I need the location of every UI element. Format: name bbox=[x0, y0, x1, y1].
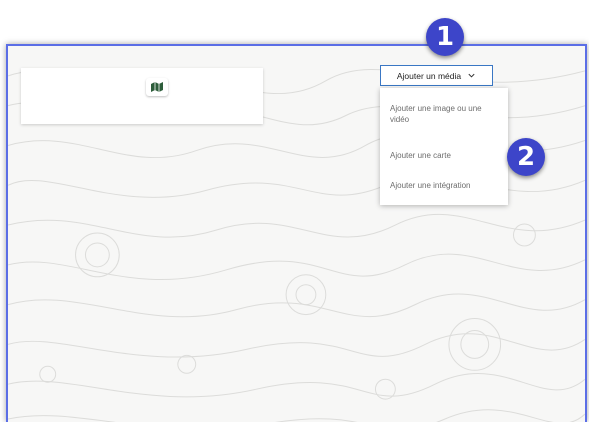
menu-item-add-map[interactable]: Ajouter une carte bbox=[390, 150, 502, 161]
menu-item-add-embed[interactable]: Ajouter une intégration bbox=[390, 180, 502, 191]
add-media-button[interactable]: Ajouter un média bbox=[380, 65, 493, 86]
add-media-label: Ajouter un média bbox=[396, 70, 462, 81]
callout-badge-2: 2 bbox=[507, 138, 545, 176]
chevron-down-icon bbox=[468, 73, 475, 78]
menu-item-add-image-video[interactable]: Ajouter une image ou une vidéo bbox=[390, 103, 502, 125]
map-layer-icon[interactable] bbox=[146, 78, 168, 96]
text-block-card[interactable] bbox=[21, 68, 263, 124]
callout-badge-1: 1 bbox=[426, 18, 464, 56]
story-builder-canvas: Ajouter un média Ajouter une image ou un… bbox=[6, 44, 587, 422]
add-media-dropdown: Ajouter une image ou une vidéo Ajouter u… bbox=[380, 88, 508, 205]
